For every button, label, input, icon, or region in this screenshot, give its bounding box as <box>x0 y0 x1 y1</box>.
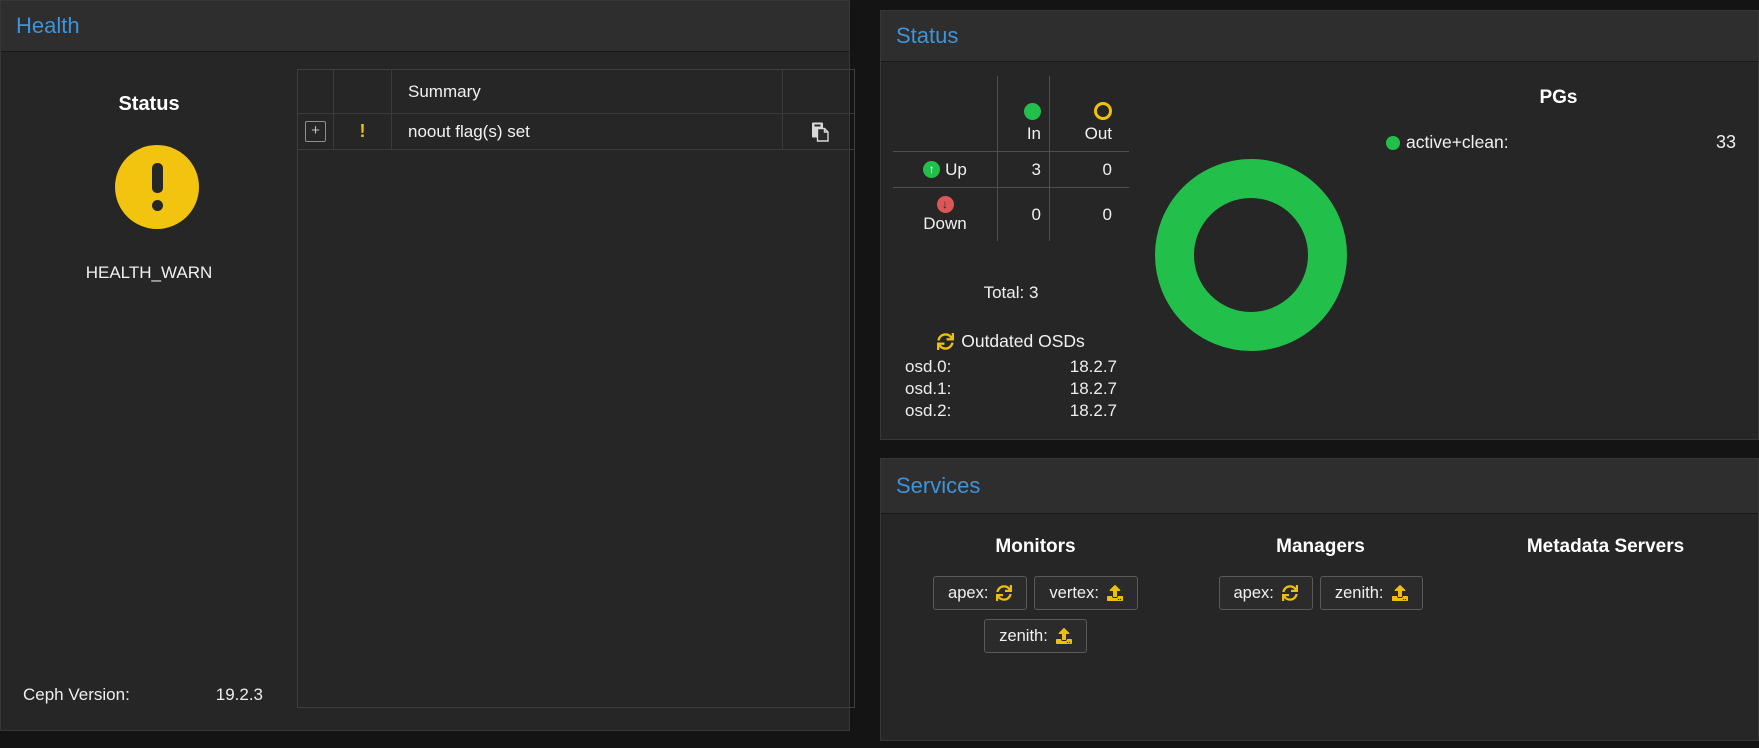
row-severity-cell: ! <box>334 114 392 150</box>
osd-up-in-count: 3 <box>997 151 1049 187</box>
sync-icon <box>937 333 954 350</box>
services-panel: Services Monitors apex: vertex: zenith: <box>880 458 1759 741</box>
health-panel: Health Status HEALTH_WARN Ceph Version: … <box>0 0 850 731</box>
osd-col-out: Out <box>1049 76 1129 151</box>
osd-row-up: ↑ Up <box>893 151 997 187</box>
health-panel-header: Health <box>1 1 849 52</box>
outdated-osd-item: osd.0: 18.2.7 <box>905 357 1117 377</box>
pgs-legend-label: active+clean: <box>1406 132 1509 153</box>
osd-table-corner <box>893 76 997 151</box>
managers-heading: Managers <box>1178 536 1463 558</box>
sync-icon <box>1282 585 1298 601</box>
ceph-version: Ceph Version: 19.2.3 <box>23 685 263 705</box>
health-status-text: HEALTH_WARN <box>1 263 297 283</box>
services-panel-title: Services <box>881 473 980 499</box>
copy-button[interactable] <box>807 120 831 144</box>
metadata-servers-heading: Metadata Servers <box>1463 536 1748 558</box>
services-column-metadata-servers: Metadata Servers <box>1463 513 1748 558</box>
services-column-managers: Managers apex: zenith: <box>1178 513 1463 610</box>
monitor-zenith-button[interactable]: zenith: <box>984 619 1087 653</box>
osd-row-down: ↓ Down <box>893 187 997 241</box>
health-panel-title: Health <box>1 13 80 39</box>
osd-down-out-count: 0 <box>1049 187 1129 241</box>
osd-version: 18.2.7 <box>1070 357 1117 377</box>
summary-column-header[interactable]: Summary <box>392 70 783 114</box>
osd-up-out-count: 0 <box>1049 151 1129 187</box>
exclamation-bar <box>152 163 163 193</box>
upload-icon <box>1107 585 1123 601</box>
row-action-cell <box>783 114 854 150</box>
table-row[interactable]: noout flag(s) set <box>392 114 783 150</box>
status-panel-title: Status <box>881 23 958 49</box>
outdated-osd-item: osd.1: 18.2.7 <box>905 379 1117 399</box>
table-header-cell <box>783 70 854 114</box>
ceph-version-label: Ceph Version: <box>23 685 130 705</box>
arrow-circle-up-icon: ↑ <box>923 161 940 178</box>
status-panel-header: Status <box>881 11 1758 62</box>
manager-apex-button[interactable]: apex: <box>1219 576 1313 610</box>
services-panel-header: Services <box>881 459 1758 514</box>
ceph-version-value: 19.2.3 <box>216 685 263 705</box>
osd-row-up-label: Up <box>945 160 967 180</box>
monitors-heading: Monitors <box>893 536 1178 558</box>
outdated-osds-label: Outdated OSDs <box>961 331 1085 352</box>
monitors-button-row: apex: vertex: <box>893 576 1178 610</box>
upload-icon <box>1392 585 1408 601</box>
arrow-circle-down-icon: ↓ <box>937 196 954 213</box>
manager-zenith-button[interactable]: zenith: <box>1320 576 1423 610</box>
pgs-legend-item: active+clean: 33 <box>1386 132 1736 153</box>
osd-state-table: In Out ↑ Up 3 0 ↓ Down 0 0 <box>893 76 1129 241</box>
warning-exclamation-icon: ! <box>334 121 391 142</box>
managers-button-row: apex: zenith: <box>1178 576 1463 610</box>
ceph-dashboard: Health Status HEALTH_WARN Ceph Version: … <box>0 0 1759 748</box>
green-dot-icon <box>1024 103 1041 120</box>
pgs-donut-chart <box>1155 159 1347 351</box>
monitor-vertex-button[interactable]: vertex: <box>1034 576 1138 610</box>
row-summary-text: noout flag(s) set <box>392 122 530 142</box>
services-column-monitors: Monitors apex: vertex: zenith: <box>893 513 1178 653</box>
table-header-cell <box>298 70 334 114</box>
osd-col-in-label: In <box>1027 124 1041 144</box>
upload-icon <box>1056 628 1072 644</box>
yellow-ring-icon <box>1094 102 1112 120</box>
osd-name: osd.0: <box>905 357 951 377</box>
sync-icon <box>996 585 1012 601</box>
row-expand-cell: + <box>298 114 334 150</box>
osd-name: osd.2: <box>905 401 951 421</box>
osd-version: 18.2.7 <box>1070 401 1117 421</box>
monitor-apex-button[interactable]: apex: <box>933 576 1027 610</box>
health-summary-table: Summary + ! noout flag(s) set <box>297 69 855 708</box>
osd-col-out-label: Out <box>1085 124 1112 144</box>
green-dot-icon <box>1386 136 1400 150</box>
status-panel: Status In Out ↑ Up 3 0 ↓ Down 0 <box>880 10 1759 440</box>
table-header-cell <box>334 70 392 114</box>
health-status-heading: Status <box>1 93 297 116</box>
exclamation-dot <box>152 200 163 211</box>
copy-icon <box>808 121 830 143</box>
pgs-title: PGs <box>1381 87 1736 109</box>
osd-version: 18.2.7 <box>1070 379 1117 399</box>
pgs-legend-value: 33 <box>1716 132 1736 153</box>
osd-row-down-label: Down <box>923 213 966 234</box>
osd-col-in: In <box>997 76 1049 151</box>
outdated-osds-title: Outdated OSDs <box>893 331 1129 352</box>
expand-row-button[interactable]: + <box>305 121 326 142</box>
health-warning-icon <box>115 145 199 229</box>
osd-name: osd.1: <box>905 379 951 399</box>
monitors-button-row: zenith: <box>893 619 1178 653</box>
outdated-osd-item: osd.2: 18.2.7 <box>905 401 1117 421</box>
osd-down-in-count: 0 <box>997 187 1049 241</box>
osd-total: Total: 3 <box>893 283 1129 303</box>
